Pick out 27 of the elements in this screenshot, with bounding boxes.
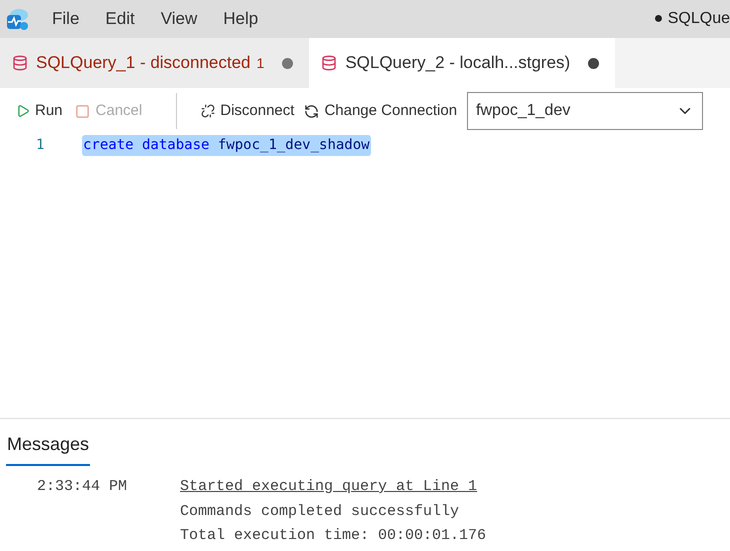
- database-icon: [321, 55, 338, 71]
- tab-label: SQLQuery_2 - localh...stgres): [345, 52, 570, 74]
- unlink-icon: [201, 104, 216, 118]
- database-icon: [12, 55, 28, 71]
- change-connection-button[interactable]: Change Connection: [304, 100, 458, 122]
- editor-tab[interactable]: SQLQuery_2 - localh...stgres): [309, 38, 616, 88]
- stop-icon: [74, 104, 90, 118]
- messages-tab[interactable]: Messages: [6, 431, 90, 466]
- database-dropdown[interactable]: fwpoc_1_dev: [467, 92, 704, 130]
- refresh-icon: [304, 104, 320, 118]
- line-number: 1: [35, 136, 46, 154]
- disconnect-button[interactable]: Disconnect: [201, 100, 294, 122]
- message-time: 2:33:44 PM: [37, 477, 128, 497]
- menu-item[interactable]: View: [160, 6, 198, 32]
- error-count: 1: [256, 54, 264, 72]
- app-logo-icon: [4, 6, 30, 32]
- message-link[interactable]: Started executing query at Line 1: [180, 476, 486, 498]
- menu-item[interactable]: Edit: [105, 6, 135, 32]
- editor-tab[interactable]: SQLQuery_1 - disconnected 1: [0, 38, 310, 88]
- message-text: Commands completed successfully: [180, 502, 460, 522]
- menu-item[interactable]: File: [52, 6, 80, 32]
- menu-item[interactable]: Help: [223, 6, 258, 32]
- message-text: Total execution time: 00:00:01.176: [180, 526, 486, 546]
- run-button[interactable]: Run: [16, 100, 63, 122]
- run-icon: [16, 104, 30, 118]
- window-title: ● SQLQue: [654, 9, 730, 29]
- tab-label: SQLQuery_1 - disconnected: [36, 52, 251, 74]
